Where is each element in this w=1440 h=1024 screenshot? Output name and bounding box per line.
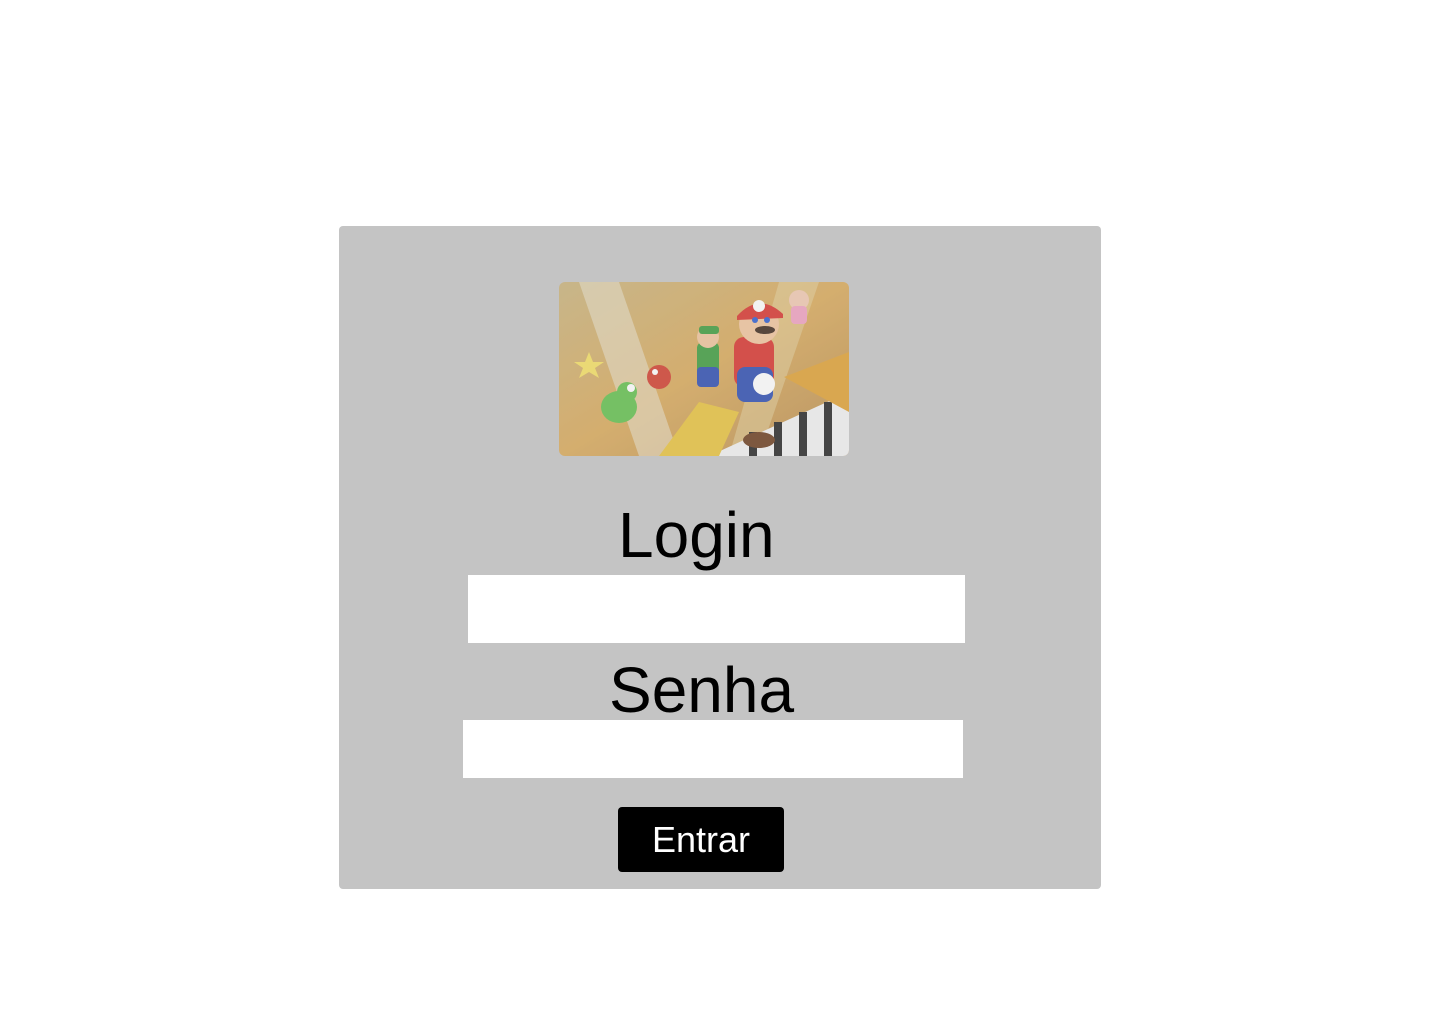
page: Login Senha Entrar	[0, 0, 1440, 1024]
senha-label: Senha	[609, 654, 795, 726]
entrar-button[interactable]: Entrar	[618, 807, 784, 872]
login-card: Login Senha Entrar	[339, 226, 1101, 889]
login-input[interactable]	[468, 575, 965, 643]
mario-banner-image	[559, 282, 849, 456]
login-label: Login	[618, 499, 775, 571]
senha-input[interactable]	[463, 720, 963, 778]
